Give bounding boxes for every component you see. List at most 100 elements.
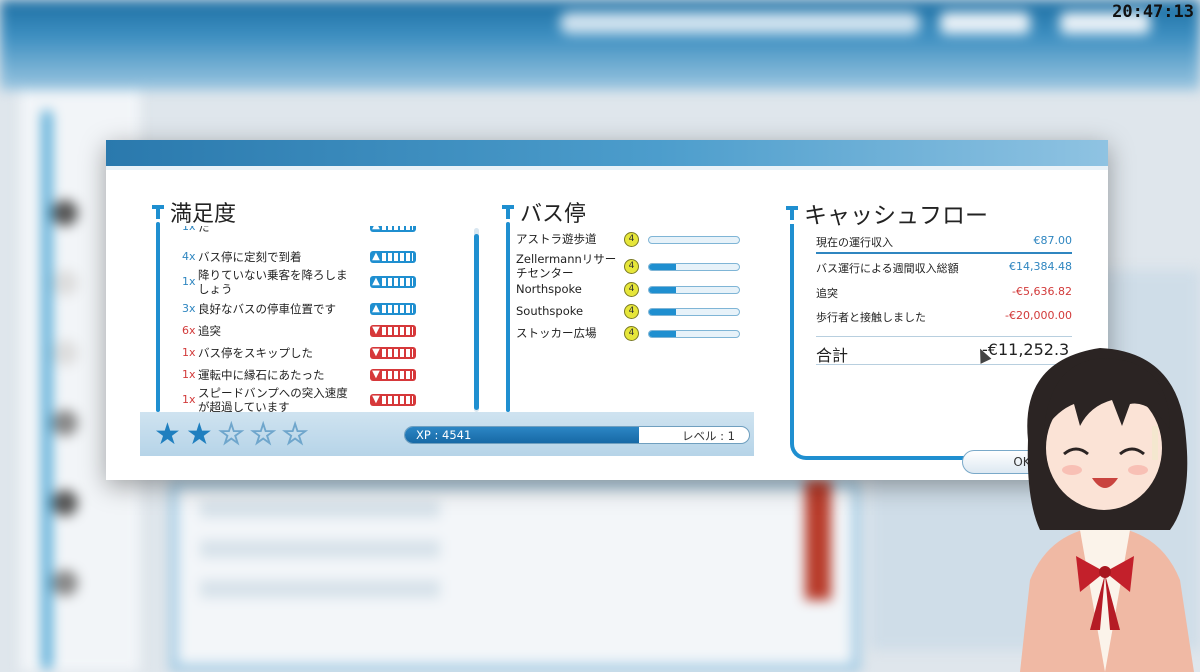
satisfaction-item: 1x た ▲ — [182, 226, 416, 234]
background-row — [200, 500, 440, 518]
cash-flow-divider — [816, 252, 1072, 254]
bus-stop-bar-fill — [649, 309, 676, 315]
satisfaction-text: バス停に定刻で到着 — [198, 250, 302, 264]
satisfaction-meter-positive: ▲ — [370, 303, 416, 315]
dialog-header — [106, 140, 1108, 170]
satisfaction-item: 1x スピードバンプへの突入速度が超過しています ▼ — [182, 386, 416, 412]
satisfaction-count: 3x — [182, 302, 196, 315]
satisfaction-meter-positive: ▲ — [370, 276, 416, 288]
cash-flow-label: 現在の運行収入 — [816, 236, 893, 249]
bus-stop-bar — [648, 236, 740, 244]
satisfaction-count: 1x — [182, 393, 196, 406]
satisfaction-item: 1x 降りていない乗客を降ろしましょう ▲ — [182, 268, 416, 296]
background-route-node — [52, 570, 78, 596]
cash-flow-value: -€20,000.00 — [1005, 309, 1072, 322]
arrow-up-icon: ▲ — [370, 226, 382, 232]
satisfaction-count: 1x — [182, 368, 196, 381]
background-route-node — [52, 270, 78, 296]
satisfaction-title: 満足度 — [152, 196, 236, 228]
satisfaction-count: 1x — [182, 346, 196, 359]
satisfaction-text: バス停をスキップした — [198, 346, 313, 360]
background-route-node — [52, 200, 78, 226]
cash-flow-total-label: 合計 — [816, 346, 849, 365]
cash-flow-value: -€5,636.82 — [1012, 285, 1072, 298]
satisfaction-count: 4x — [182, 250, 196, 263]
cash-flow-label: 歩行者と接触しました — [816, 311, 926, 324]
background-route-node — [52, 340, 78, 366]
section-marker-icon — [502, 205, 514, 219]
arrow-up-icon: ▲ — [372, 251, 380, 262]
satisfaction-meter-negative: ▼ — [370, 347, 416, 359]
clock-overlay: 20:47:13 — [1112, 2, 1194, 22]
bus-stop-bar — [648, 308, 740, 316]
cash-flow-label: 追突 — [816, 287, 838, 300]
star-empty-icon: ☆ — [217, 417, 245, 452]
star-empty-icon: ☆ — [281, 417, 309, 452]
satisfaction-item: 3x 良好なバスの停車位置です ▲ — [182, 302, 416, 316]
arrow-down-icon: ▼ — [372, 347, 380, 358]
cash-flow-value: €87.00 — [1033, 234, 1073, 247]
cash-flow-value: €14,384.48 — [1009, 260, 1072, 273]
bus-stop-badge: 4 — [624, 326, 639, 341]
satisfaction-list: 1x た ▲ 4x バス停に定刻で到着 ▲ 1x 降りていない乗客を降ろしましょ… — [182, 226, 416, 412]
bus-stops-title: バス停 — [502, 196, 586, 228]
satisfaction-text: 追突 — [198, 324, 221, 338]
background-row — [200, 580, 440, 598]
satisfaction-item: 1x バス停をスキップした ▼ — [182, 346, 416, 360]
background-search — [560, 12, 920, 34]
bus-stops-title-label: バス停 — [520, 202, 587, 227]
satisfaction-text: 運転中に縁石にあたった — [198, 368, 325, 382]
arrow-down-icon: ▼ — [372, 369, 380, 380]
section-marker-icon — [786, 206, 798, 220]
satisfaction-text: スピードバンプへの突入速度が超過しています — [198, 386, 348, 412]
streamer-avatar — [1020, 348, 1194, 672]
bus-stop-bar-fill — [649, 331, 676, 337]
bus-stop-badge: 4 — [624, 259, 639, 274]
arrow-up-icon: ▲ — [372, 303, 380, 314]
bus-stop-name: アストラ遊歩道 — [516, 232, 597, 246]
bus-stop-badge: 4 — [624, 232, 639, 247]
section-marker-icon — [152, 205, 164, 219]
background-row — [200, 540, 440, 558]
arrow-down-icon: ▼ — [372, 394, 380, 405]
bus-stop-name: ストッカー広場 — [516, 326, 597, 340]
satisfaction-count: 1x — [182, 275, 196, 288]
satisfaction-meter-negative: ▼ — [370, 325, 416, 337]
star-empty-icon: ☆ — [249, 417, 277, 452]
bus-stop-badge: 4 — [624, 304, 639, 319]
satisfaction-count: 6x — [182, 324, 196, 337]
results-dialog: 満足度 1x た ▲ 4x バス停に定刻で到着 ▲ 1x 降りていない乗客を降ろ… — [106, 140, 1108, 480]
xp-label: XP : 4541 — [416, 428, 472, 442]
cash-flow-label: バス運行による週間収入総額 — [816, 262, 959, 275]
bus-stop-name: Northspoke — [516, 282, 582, 296]
bus-stop-bar-fill — [649, 287, 676, 293]
satisfaction-meter-negative: ▼ — [370, 394, 416, 406]
satisfaction-item: 1x 運転中に縁石にあたった ▼ — [182, 368, 416, 382]
satisfaction-item: 4x バス停に定刻で到着 ▲ — [182, 250, 416, 264]
satisfaction-text: 降りていない乗客を降ろしましょう — [198, 268, 348, 296]
satisfaction-meter-positive: ▲ — [370, 251, 416, 263]
arrow-up-icon: ▲ — [372, 276, 380, 287]
level-label: レベル : 1 — [682, 429, 736, 443]
satisfaction-title-label: 満足度 — [170, 202, 237, 227]
bus-stops-divider — [506, 222, 510, 412]
arrow-down-icon: ▼ — [372, 325, 380, 336]
bus-stop-bar-fill — [649, 264, 676, 270]
satisfaction-scroll-thumb[interactable] — [474, 234, 479, 410]
bus-stop-name: Southspoke — [516, 304, 584, 318]
bus-stop-name: Zellermannリサーチセンター — [516, 252, 617, 280]
star-filled-icon: ★ — [154, 417, 181, 452]
background-route-line — [42, 110, 52, 670]
satisfaction-item: 6x 追突 ▼ — [182, 324, 416, 338]
background-route-node — [52, 490, 78, 516]
background-route-node — [52, 410, 78, 436]
star-filled-icon: ★ — [185, 417, 213, 452]
background-button — [940, 12, 1030, 34]
satisfaction-count: 1x — [182, 226, 196, 233]
bus-stop-bar — [648, 263, 740, 271]
star-rating: ★ ★ ☆ ☆ ☆ — [154, 417, 314, 452]
bus-stop-bar — [648, 330, 740, 338]
satisfaction-text: 良好なバスの停車位置です — [198, 302, 336, 316]
satisfaction-meter-negative: ▼ — [370, 369, 416, 381]
satisfaction-text: た — [198, 226, 210, 234]
